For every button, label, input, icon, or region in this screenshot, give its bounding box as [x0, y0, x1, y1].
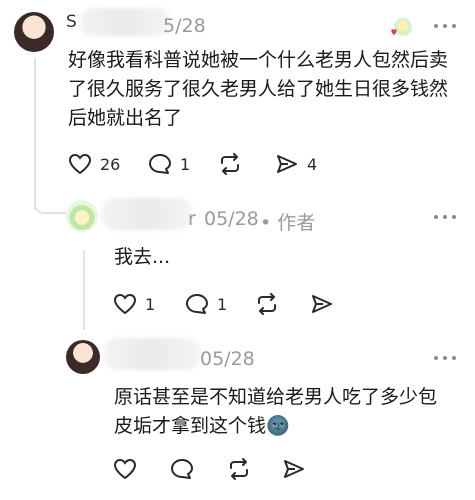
share-count: 4 [307, 154, 318, 174]
repost-button[interactable] [227, 458, 251, 480]
redacted-username [80, 8, 170, 36]
send-icon [277, 155, 297, 173]
repost-icon [258, 293, 276, 315]
username-initial: S [66, 12, 77, 32]
comment-date: 05/28 [204, 208, 259, 230]
repost-button[interactable] [255, 293, 279, 315]
avatar[interactable] [66, 200, 98, 232]
thread-line-reply [83, 250, 85, 330]
thread-line-main [34, 58, 36, 210]
avatar[interactable] [66, 340, 100, 374]
like-button[interactable]: 1 [113, 293, 155, 315]
more-options-icon[interactable] [434, 24, 456, 28]
repost-icon [221, 153, 239, 175]
reply-count: 1 [217, 294, 228, 314]
like-button[interactable] [113, 458, 137, 480]
badge-icon [388, 16, 414, 40]
heart-icon [113, 458, 137, 480]
reply-button[interactable] [170, 458, 194, 480]
comment-date: 05/28 [200, 348, 255, 370]
more-options-icon[interactable] [434, 215, 456, 219]
send-icon [284, 460, 304, 478]
thread-connector [34, 192, 66, 214]
reply-button[interactable]: 1 [185, 293, 227, 315]
like-count: 1 [145, 294, 156, 314]
redacted-username [104, 338, 200, 370]
comment-text: 好像我看科普说她被一个什么老男人包然后卖了很久服务了很久老男人给了她生日很多钱然… [68, 49, 449, 129]
more-options-icon[interactable] [434, 356, 456, 360]
comment-bubble-icon [149, 154, 171, 174]
reply-count: 1 [180, 154, 191, 174]
comment-text: 原话甚至是不知道给老男人吃了多少包皮垢才拿到这个钱🌚 [114, 383, 454, 441]
redacted-username [102, 198, 192, 230]
comment-date: 5/28 [163, 15, 206, 37]
send-icon [312, 295, 332, 313]
reply-button[interactable]: 1 [148, 153, 190, 175]
username-tail: r [188, 208, 196, 230]
share-button[interactable] [282, 458, 306, 480]
comment-bubble-icon [186, 294, 208, 314]
comment-bubble-icon [171, 459, 193, 479]
author-tag: • 作者 [260, 212, 316, 234]
share-button[interactable] [310, 293, 334, 315]
new-moon-face-emoji: 🌚 [266, 415, 290, 437]
repost-icon [230, 458, 248, 480]
heart-icon [113, 293, 137, 315]
comment-text: 我去... [114, 246, 171, 268]
like-count: 26 [100, 154, 121, 174]
repost-button[interactable] [218, 153, 242, 175]
heart-icon [68, 153, 92, 175]
like-button[interactable]: 26 [68, 153, 120, 175]
avatar[interactable] [14, 12, 54, 52]
share-button[interactable]: 4 [275, 153, 317, 175]
